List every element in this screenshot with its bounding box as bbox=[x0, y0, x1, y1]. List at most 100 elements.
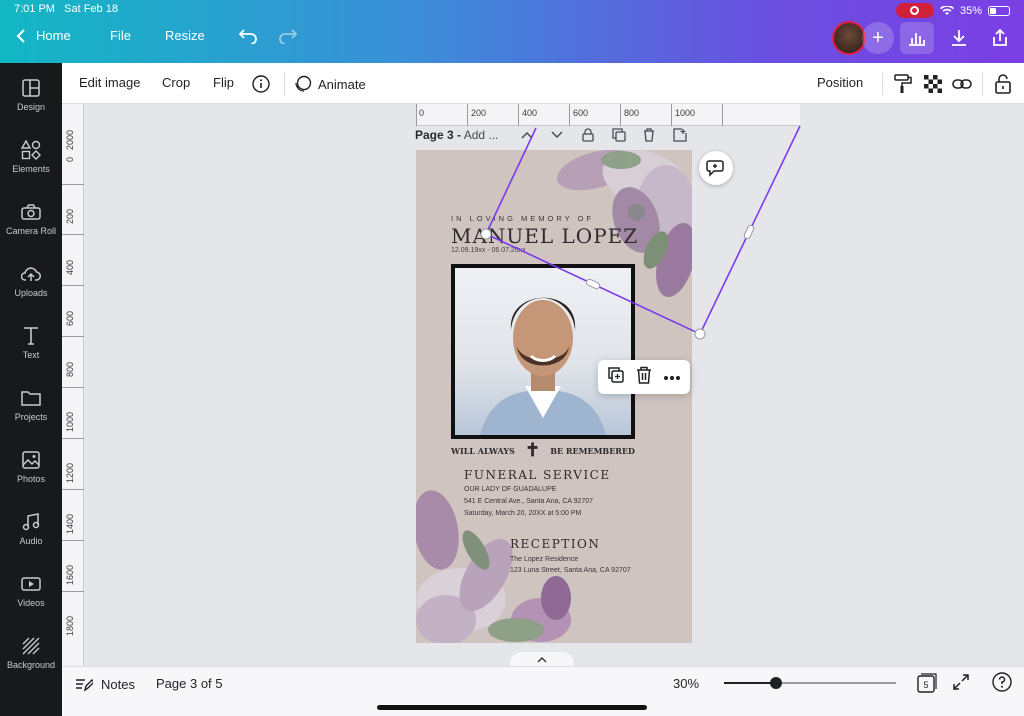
comment-add-icon bbox=[706, 160, 724, 177]
top-bar: 7:01 PM Sat Feb 18 35% Home File Resize … bbox=[0, 0, 1024, 63]
sidebar-item-background[interactable]: Background bbox=[0, 635, 62, 670]
delete-element-button[interactable] bbox=[636, 366, 652, 389]
context-toolbar: Edit image Crop Flip Animate Position bbox=[62, 63, 1024, 104]
lock-icon bbox=[582, 128, 594, 142]
share-button[interactable] bbox=[983, 22, 1017, 54]
redo-button[interactable] bbox=[278, 28, 298, 44]
service-line: OUR LADY OF GUADALUPE bbox=[464, 486, 557, 493]
crop-button[interactable]: Crop bbox=[162, 75, 190, 90]
reception-title: RECEPTION bbox=[510, 537, 601, 551]
help-button[interactable] bbox=[992, 672, 1012, 692]
reception-line: 123 Luna Street, Santa Ana, CA 92707 bbox=[510, 567, 631, 574]
toolbar-divider bbox=[284, 73, 285, 95]
undo-icon bbox=[238, 29, 257, 44]
lock-button[interactable] bbox=[992, 73, 1014, 95]
remembered-right-text: BE REMEMBERED bbox=[550, 446, 635, 456]
sidebar-label-design: Design bbox=[16, 102, 45, 112]
page-up-button[interactable] bbox=[517, 126, 537, 144]
sidebar-label-text: Text bbox=[22, 350, 40, 360]
add-page-button[interactable] bbox=[670, 126, 690, 144]
redo-icon bbox=[279, 29, 298, 44]
battery-percent: 35% bbox=[959, 4, 982, 17]
sidebar-label-audio: Audio bbox=[19, 536, 43, 546]
ruler-label: 1200 bbox=[65, 462, 75, 483]
chevron-up-icon bbox=[521, 131, 533, 139]
toolbar-divider bbox=[982, 73, 983, 95]
share-icon bbox=[993, 29, 1007, 46]
sidebar-item-projects[interactable]: Projects bbox=[0, 387, 62, 422]
zoom-slider-handle[interactable] bbox=[769, 677, 782, 689]
design-page[interactable]: IN LOVING MEMORY OF MANUEL LOPEZ 12.09.1… bbox=[416, 150, 692, 643]
copy-style-button[interactable] bbox=[892, 73, 914, 95]
sidebar-item-text[interactable]: Text bbox=[0, 325, 62, 360]
cross-icon: ✝ bbox=[524, 440, 541, 461]
more-options-button[interactable] bbox=[663, 368, 681, 386]
camera-icon bbox=[21, 204, 41, 220]
add-collaborator-button[interactable]: + bbox=[862, 22, 894, 54]
position-button[interactable]: Position bbox=[817, 75, 863, 90]
portrait-illustration bbox=[480, 297, 606, 435]
insights-button[interactable] bbox=[900, 22, 934, 54]
sidebar-item-photos[interactable]: Photos bbox=[0, 449, 62, 484]
trash-icon bbox=[644, 128, 654, 142]
image-icon bbox=[22, 451, 40, 469]
delete-page-button[interactable] bbox=[639, 126, 659, 144]
fullscreen-button[interactable] bbox=[952, 673, 970, 691]
info-button[interactable] bbox=[250, 73, 272, 95]
trash-icon bbox=[636, 366, 651, 384]
notes-button[interactable]: Notes bbox=[75, 676, 135, 692]
sidebar-label-camera-roll: Camera Roll bbox=[5, 226, 56, 236]
sidebar-item-uploads[interactable]: Uploads bbox=[0, 263, 62, 298]
ruler-label: 1400 bbox=[65, 513, 75, 534]
sidebar-item-camera-roll[interactable]: Camera Roll bbox=[0, 201, 62, 236]
page-number-label: Page 3 - bbox=[415, 128, 462, 142]
battery-icon bbox=[988, 5, 1010, 16]
portrait-photo[interactable] bbox=[451, 264, 635, 439]
ruler-label: 1600 bbox=[65, 564, 75, 585]
page-title[interactable]: Page 3 - Add ... bbox=[415, 128, 498, 142]
lock-page-button[interactable] bbox=[578, 126, 598, 144]
notes-icon bbox=[76, 679, 93, 692]
download-button[interactable] bbox=[942, 22, 976, 54]
wifi-icon bbox=[939, 5, 954, 15]
life-dates: 12.09.19xx - 06.07.20xx bbox=[451, 247, 526, 254]
resize-menu[interactable]: Resize bbox=[165, 28, 205, 43]
zoom-slider[interactable] bbox=[724, 677, 896, 689]
add-comment-button[interactable] bbox=[699, 151, 733, 185]
page-grid-button[interactable]: 5 bbox=[917, 673, 937, 693]
paint-roller-icon bbox=[894, 74, 912, 93]
vertical-ruler: 2000 0 200 400 600 800 1000 1200 1400 16… bbox=[62, 104, 84, 666]
sidebar-item-videos[interactable]: Videos bbox=[0, 573, 62, 608]
service-line: 541 E Central Ave., Santa Ana, CA 92707 bbox=[464, 498, 594, 505]
undo-button[interactable] bbox=[238, 28, 258, 44]
zoom-slider-fill bbox=[724, 682, 776, 684]
zoom-level[interactable]: 30% bbox=[673, 676, 699, 691]
page-indicator[interactable]: Page 3 of 5 bbox=[156, 676, 223, 691]
sidebar-label-uploads: Uploads bbox=[14, 288, 48, 298]
flip-label: Flip bbox=[213, 75, 234, 90]
link-button[interactable] bbox=[951, 73, 973, 95]
position-label: Position bbox=[817, 75, 864, 90]
folder-icon bbox=[21, 391, 41, 406]
ruler-label: 0 bbox=[419, 108, 425, 118]
flip-button[interactable]: Flip bbox=[213, 75, 234, 90]
home-indicator bbox=[377, 705, 647, 710]
sidebar-label-photos: Photos bbox=[16, 474, 46, 484]
page-status-text: Page 3 of 5 bbox=[156, 676, 223, 691]
transparency-button[interactable] bbox=[922, 73, 944, 95]
home-button[interactable]: Home bbox=[16, 28, 71, 43]
avatar[interactable] bbox=[832, 21, 866, 55]
add-page-icon bbox=[673, 128, 687, 142]
download-icon bbox=[952, 30, 966, 46]
duplicate-page-button[interactable] bbox=[609, 126, 629, 144]
sidebar-label-elements: Elements bbox=[12, 164, 50, 174]
funeral-service-title: FUNERAL SERVICE bbox=[464, 468, 611, 482]
sidebar-item-design[interactable]: Design bbox=[0, 77, 62, 112]
animate-button[interactable]: Animate bbox=[294, 75, 366, 93]
sidebar-item-audio[interactable]: Audio bbox=[0, 511, 62, 546]
sidebar-item-elements[interactable]: Elements bbox=[0, 139, 62, 174]
duplicate-element-button[interactable] bbox=[607, 366, 625, 389]
file-menu[interactable]: File bbox=[110, 28, 131, 43]
edit-image-button[interactable]: Edit image bbox=[79, 75, 140, 90]
page-down-button[interactable] bbox=[547, 126, 567, 144]
